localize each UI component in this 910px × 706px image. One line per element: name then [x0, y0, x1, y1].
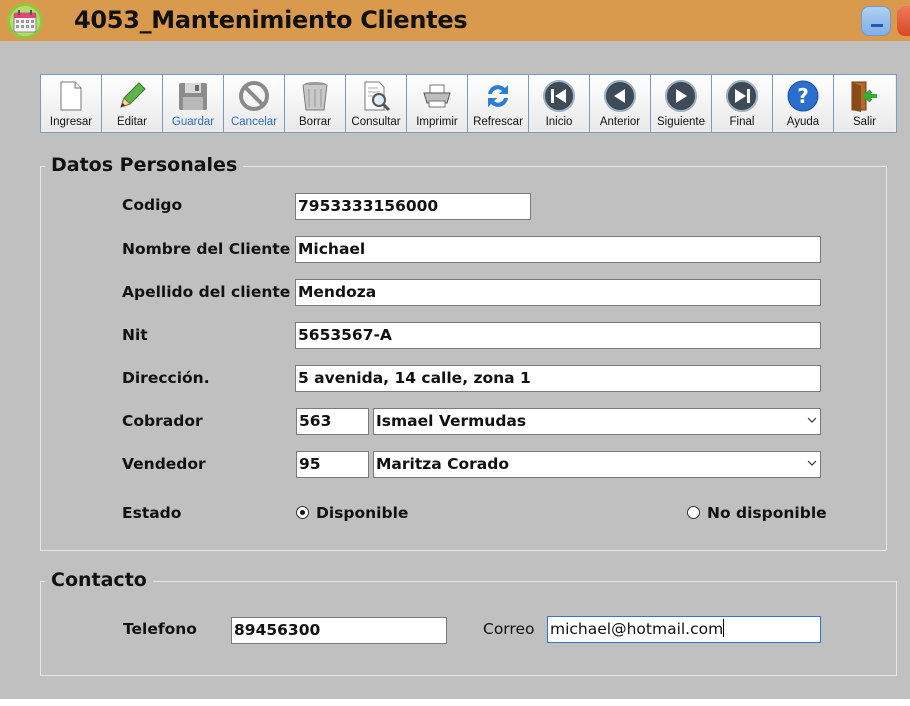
window-title: 4053_Mantenimiento Clientes: [74, 6, 468, 34]
pencil-icon: [120, 82, 146, 108]
final-button[interactable]: Final: [712, 75, 773, 132]
apellido-field[interactable]: Mendoza: [295, 279, 821, 306]
toolbar: Ingresar Editar Guardar Cancelar Borrar …: [40, 74, 897, 133]
text-caret: [723, 619, 725, 637]
direccion-label: Dirección.: [122, 369, 210, 387]
nit-field[interactable]: 5653567-A: [295, 322, 821, 349]
title-bar: 4053_Mantenimiento Clientes: [0, 0, 910, 41]
toolbar-label: Guardar: [171, 116, 215, 128]
vendedor-code-field[interactable]: 95: [296, 451, 369, 478]
toolbar-label: Inicio: [545, 116, 573, 128]
first-record-icon: [543, 80, 575, 112]
codigo-label: Codigo: [122, 196, 183, 214]
toolbar-label: Ingresar: [49, 116, 93, 128]
vendedor-label: Vendedor: [122, 455, 206, 473]
toolbar-label: Refrescar: [473, 116, 523, 128]
consultar-button[interactable]: Consultar: [346, 75, 407, 132]
minimize-button[interactable]: [861, 6, 891, 36]
svg-text:?: ?: [797, 84, 809, 108]
toolbar-label: Borrar: [299, 116, 331, 128]
telefono-label: Telefono: [123, 620, 197, 638]
vendedor-selected-value: Maritza Corado: [376, 455, 509, 473]
anterior-button[interactable]: Anterior: [590, 75, 651, 132]
cancel-icon: [239, 81, 269, 111]
next-record-icon: [665, 80, 697, 112]
cobrador-code-field[interactable]: 563: [296, 408, 369, 435]
inicio-button[interactable]: Inicio: [529, 75, 590, 132]
help-icon: ?: [787, 80, 819, 112]
last-record-icon: [726, 80, 758, 112]
previous-record-icon: [604, 80, 636, 112]
close-button[interactable]: [897, 6, 910, 36]
toolbar-label: Siguiente: [657, 116, 705, 128]
vendedor-select[interactable]: Maritza Corado: [373, 451, 821, 478]
borrar-button[interactable]: Borrar: [285, 75, 346, 132]
new-document-icon: [60, 81, 82, 111]
contacto-title: Contacto: [45, 569, 153, 591]
refresh-icon: [488, 85, 508, 107]
cobrador-selected-value: Ismael Vermudas: [376, 412, 527, 430]
telefono-field[interactable]: 89456300: [231, 617, 447, 644]
toolbar-label: Salir: [852, 116, 876, 128]
chevron-down-icon: [807, 417, 817, 423]
toolbar-label: Editar: [116, 116, 148, 128]
ayuda-button[interactable]: ? Ayuda: [773, 75, 834, 132]
guardar-button[interactable]: Guardar: [163, 75, 224, 132]
siguiente-button[interactable]: Siguiente: [651, 75, 712, 132]
codigo-field[interactable]: 7953333156000: [295, 193, 531, 220]
nit-label: Nit: [122, 326, 148, 344]
toolbar-label: Consultar: [351, 116, 401, 128]
refrescar-button[interactable]: Refrescar: [468, 75, 529, 132]
exit-door-icon: [851, 81, 877, 112]
minimize-icon: [871, 24, 883, 27]
toolbar-label: Anterior: [599, 116, 641, 128]
nombre-label: Nombre del Cliente: [122, 240, 291, 258]
correo-label: Correo: [483, 620, 535, 638]
imprimir-button[interactable]: Imprimir: [407, 75, 468, 132]
direccion-field[interactable]: 5 avenida, 14 calle, zona 1: [295, 365, 821, 392]
chevron-down-icon: [807, 460, 817, 466]
datos-personales-group: [40, 166, 887, 551]
disponible-label[interactable]: Disponible: [316, 504, 408, 522]
cobrador-label: Cobrador: [122, 412, 203, 430]
nombre-field[interactable]: Michael: [295, 236, 821, 263]
trash-icon: [302, 82, 328, 111]
ingresar-button[interactable]: Ingresar: [41, 75, 102, 132]
save-disk-icon: [179, 83, 207, 110]
estado-label: Estado: [122, 504, 182, 522]
datos-personales-title: Datos Personales: [45, 154, 244, 176]
printer-icon: [423, 84, 451, 108]
no-disponible-label[interactable]: No disponible: [707, 504, 827, 522]
no-disponible-radio[interactable]: [687, 506, 700, 519]
toolbar-label: Final: [729, 116, 755, 128]
toolbar-label: Imprimir: [416, 116, 458, 128]
editar-button[interactable]: Editar: [102, 75, 163, 132]
apellido-label: Apellido del cliente: [122, 283, 291, 301]
disponible-radio[interactable]: [296, 506, 309, 519]
cancelar-button[interactable]: Cancelar: [224, 75, 285, 132]
toolbar-label: Cancelar: [230, 116, 278, 128]
salir-button[interactable]: Salir: [834, 75, 895, 132]
calendar-app-icon: [7, 3, 43, 39]
cobrador-select[interactable]: Ismael Vermudas: [373, 408, 821, 435]
correo-value: michael@hotmail.com: [550, 620, 724, 638]
toolbar-label: Ayuda: [786, 116, 820, 128]
correo-field[interactable]: michael@hotmail.com: [547, 616, 821, 643]
search-document-icon: [364, 81, 391, 112]
